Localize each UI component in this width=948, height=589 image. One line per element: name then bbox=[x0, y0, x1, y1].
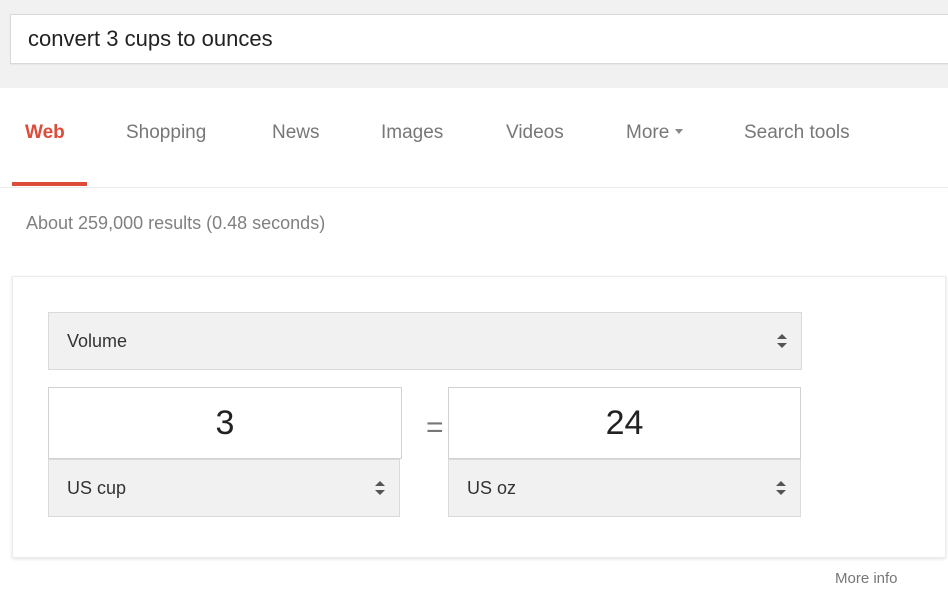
active-tab-indicator bbox=[12, 182, 87, 186]
tab-images[interactable]: Images bbox=[381, 122, 443, 144]
up-down-arrows-icon bbox=[375, 481, 385, 495]
search-input[interactable]: convert 3 cups to ounces bbox=[10, 14, 948, 64]
from-unit-select[interactable]: US cup bbox=[48, 459, 400, 517]
equals-sign: = bbox=[426, 411, 444, 444]
from-unit-label: US cup bbox=[67, 478, 127, 498]
tab-shopping[interactable]: Shopping bbox=[126, 122, 206, 144]
category-select-label: Volume bbox=[67, 331, 128, 351]
tab-more-label: More bbox=[626, 122, 670, 143]
tab-search-tools[interactable]: Search tools bbox=[744, 122, 850, 144]
to-unit-label: US oz bbox=[467, 478, 517, 498]
category-select[interactable]: Volume bbox=[48, 312, 802, 370]
from-value-input[interactable]: 3 bbox=[48, 387, 402, 459]
more-info-link[interactable]: More info bbox=[835, 570, 898, 587]
to-unit-select[interactable]: US oz bbox=[448, 459, 801, 517]
search-header: convert 3 cups to ounces bbox=[0, 0, 948, 88]
result-stats: About 259,000 results (0.48 seconds) bbox=[26, 213, 326, 233]
tab-news[interactable]: News bbox=[272, 122, 320, 144]
unit-converter-card: Volume 3 US cup = 24 US oz bbox=[12, 276, 946, 558]
search-tabs: Web Shopping News Images Videos More Sea… bbox=[0, 88, 948, 188]
up-down-arrows-icon bbox=[776, 481, 786, 495]
tab-more[interactable]: More bbox=[626, 122, 684, 144]
up-down-arrows-icon bbox=[777, 334, 787, 348]
tab-web[interactable]: Web bbox=[25, 122, 65, 144]
caret-down-icon bbox=[675, 129, 684, 135]
to-value-input[interactable]: 24 bbox=[448, 387, 801, 459]
tab-videos[interactable]: Videos bbox=[506, 122, 564, 144]
